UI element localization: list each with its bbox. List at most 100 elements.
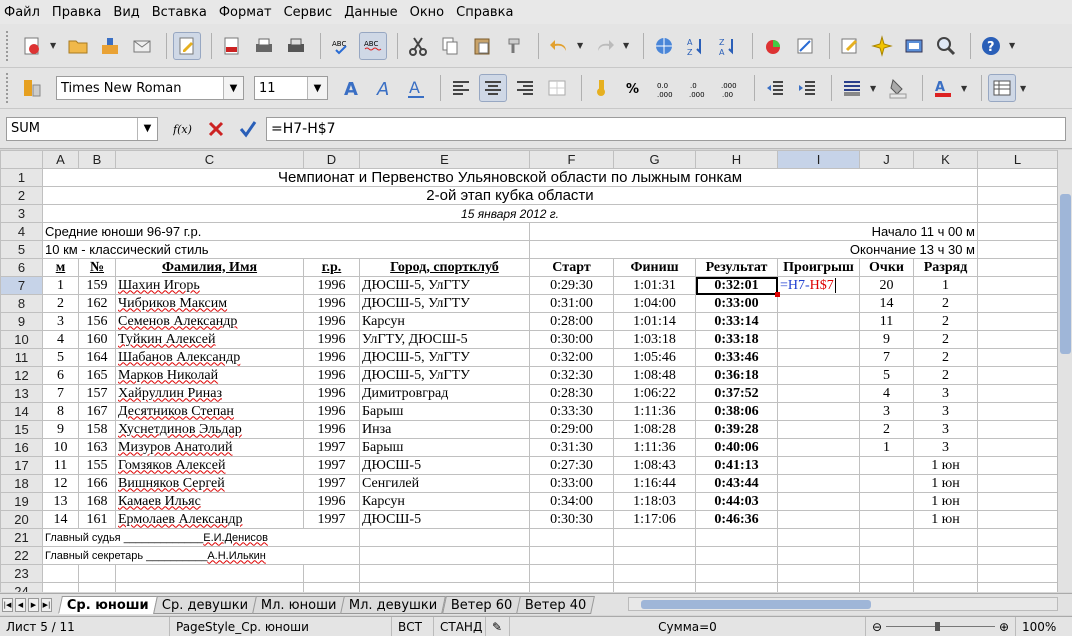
- cell[interactable]: [977, 348, 1058, 367]
- cell-finish[interactable]: 1:03:18: [613, 330, 696, 349]
- cell-finish[interactable]: 1:01:31: [613, 276, 696, 295]
- spellcheck-icon[interactable]: ABC: [327, 32, 355, 60]
- insert-chart-icon[interactable]: [759, 32, 787, 60]
- col-header-b[interactable]: B: [78, 150, 116, 169]
- cell-name[interactable]: Мизуров Анатолий: [115, 438, 304, 457]
- col-header-a[interactable]: A: [42, 150, 79, 169]
- redo-dropdown[interactable]: ▼: [623, 41, 633, 50]
- cell-result[interactable]: 0:38:06: [695, 402, 778, 421]
- cell-birth-year[interactable]: 1997: [303, 438, 360, 457]
- row-header[interactable]: 20: [0, 510, 43, 529]
- horizontal-scrollbar[interactable]: [628, 597, 1058, 611]
- cell-rank[interactable]: 1 юн: [913, 492, 978, 511]
- cell-rank[interactable]: 2: [913, 348, 978, 367]
- cell-start[interactable]: 0:28:00: [529, 312, 614, 331]
- show-draw-functions-icon[interactable]: [836, 32, 864, 60]
- zoom-track[interactable]: [886, 622, 995, 631]
- font-name-combo[interactable]: Times New Roman ▼: [56, 76, 244, 100]
- col-header-f[interactable]: F: [529, 150, 614, 169]
- cell[interactable]: [977, 384, 1058, 403]
- tab-sheet-active[interactable]: Ср. юноши: [58, 595, 158, 614]
- cell-points[interactable]: 20: [859, 276, 914, 295]
- cell-place[interactable]: 9: [42, 420, 79, 439]
- cell-loss[interactable]: [777, 294, 860, 313]
- cell-birth-year[interactable]: 1996: [303, 366, 360, 385]
- menu-window[interactable]: Окно: [410, 5, 445, 20]
- cell-result[interactable]: 0:39:28: [695, 420, 778, 439]
- cell-points[interactable]: [859, 474, 914, 493]
- cell-place[interactable]: 1: [42, 276, 79, 295]
- header-rank[interactable]: Разряд: [913, 258, 978, 277]
- cell-result[interactable]: 0:33:14: [695, 312, 778, 331]
- status-page-style[interactable]: PageStyle_Ср. юноши: [170, 617, 392, 636]
- cell-place[interactable]: 7: [42, 384, 79, 403]
- cell-club[interactable]: ДЮСШ-5, УлГТУ: [359, 294, 530, 313]
- cell-loss[interactable]: [777, 456, 860, 475]
- toolbar-options-dropdown[interactable]: ▼: [1009, 41, 1019, 50]
- cell-club[interactable]: ДЮСШ-5: [359, 456, 530, 475]
- chevron-down-icon[interactable]: ▼: [223, 77, 243, 99]
- align-right-icon[interactable]: [511, 74, 539, 102]
- cell-rank[interactable]: 1: [913, 276, 978, 295]
- judge-signature[interactable]: Главный судья _____________Е.И.Денисов: [42, 528, 360, 547]
- save-icon[interactable]: [96, 32, 124, 60]
- font-color-dropdown[interactable]: ▼: [961, 84, 971, 93]
- cell-points[interactable]: 9: [859, 330, 914, 349]
- cell-start[interactable]: 0:29:00: [529, 420, 614, 439]
- cell[interactable]: [977, 492, 1058, 511]
- cell-finish[interactable]: 1:16:44: [613, 474, 696, 493]
- col-header-j[interactable]: J: [859, 150, 914, 169]
- cell-place[interactable]: 6: [42, 366, 79, 385]
- zoom-icon[interactable]: [932, 32, 960, 60]
- cell-club[interactable]: Сенгилей: [359, 474, 530, 493]
- toggle-grid-icon[interactable]: [988, 74, 1016, 102]
- cell[interactable]: [977, 366, 1058, 385]
- cell-number[interactable]: 158: [78, 420, 116, 439]
- cell-start[interactable]: 0:32:00: [529, 348, 614, 367]
- secretary-signature[interactable]: Главный секретарь __________А.Н.Илькин: [42, 546, 360, 565]
- toolbar-grip[interactable]: [6, 30, 12, 61]
- header-finish[interactable]: Финиш: [613, 258, 696, 277]
- menu-help[interactable]: Справка: [456, 5, 513, 20]
- cell-rank[interactable]: 2: [913, 312, 978, 331]
- menu-edit[interactable]: Правка: [52, 5, 101, 20]
- menu-file[interactable]: Файл: [4, 5, 40, 20]
- end-time-label[interactable]: Окончание 13 ч 30 м: [529, 240, 978, 259]
- cell-finish[interactable]: 1:08:28: [613, 420, 696, 439]
- edit-mode-icon[interactable]: [173, 31, 201, 60]
- sort-descending-icon[interactable]: ZA: [714, 32, 742, 60]
- cell[interactable]: [977, 276, 1058, 295]
- cell-finish[interactable]: 1:08:48: [613, 366, 696, 385]
- cell-number[interactable]: 167: [78, 402, 116, 421]
- align-center-icon[interactable]: [479, 74, 507, 102]
- status-selection-mode[interactable]: СТАНД: [434, 617, 486, 636]
- standard-format-icon[interactable]: 0.0.000: [652, 74, 680, 102]
- header-points[interactable]: Очки: [859, 258, 914, 277]
- last-sheet-icon[interactable]: ▶|: [41, 597, 52, 612]
- cell-name[interactable]: Вишняков Сергей: [115, 474, 304, 493]
- cell-club[interactable]: Барыш: [359, 438, 530, 457]
- cell-rank[interactable]: 1 юн: [913, 474, 978, 493]
- navigator-icon[interactable]: [868, 32, 896, 60]
- header-club[interactable]: Город, спортклуб: [359, 258, 530, 277]
- row-header[interactable]: 24: [0, 582, 43, 592]
- cell[interactable]: [977, 420, 1058, 439]
- cell-club[interactable]: ДЮСШ-5, УлГТУ: [359, 276, 530, 295]
- sheet-date[interactable]: 15 января 2012 г.: [42, 204, 978, 223]
- cell-birth-year[interactable]: 1997: [303, 474, 360, 493]
- cell-finish[interactable]: 1:11:36: [613, 438, 696, 457]
- cell-start[interactable]: 0:31:00: [529, 294, 614, 313]
- cell-result[interactable]: 0:33:18: [695, 330, 778, 349]
- cell-start[interactable]: 0:32:30: [529, 366, 614, 385]
- pivot-table-icon[interactable]: [791, 32, 819, 60]
- start-time-label[interactable]: Начало 11 ч 00 м: [529, 222, 978, 241]
- clone-formatting-icon[interactable]: [500, 32, 528, 60]
- cell-result[interactable]: 0:33:46: [695, 348, 778, 367]
- cell-rank[interactable]: 2: [913, 294, 978, 313]
- add-decimal-icon[interactable]: .0.000: [684, 74, 712, 102]
- row-header[interactable]: 19: [0, 492, 43, 511]
- status-sheet[interactable]: Лист 5 / 11: [0, 617, 170, 636]
- cell-points[interactable]: 11: [859, 312, 914, 331]
- header-number[interactable]: №: [78, 258, 116, 277]
- cell-birth-year[interactable]: 1996: [303, 312, 360, 331]
